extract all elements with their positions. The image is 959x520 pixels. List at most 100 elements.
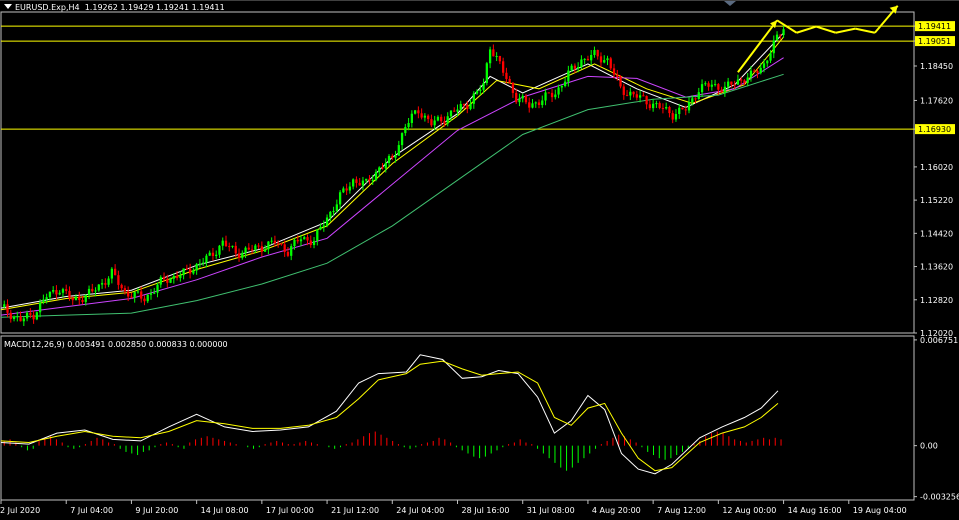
candle-body xyxy=(211,252,215,257)
candle-body xyxy=(29,312,32,315)
candle-body xyxy=(358,182,361,186)
candle-body xyxy=(658,103,661,108)
candle-body xyxy=(241,253,244,258)
candle-body xyxy=(766,60,769,64)
candle-body xyxy=(590,54,593,61)
candle-body xyxy=(247,247,250,250)
candle-body xyxy=(534,102,537,104)
candle-body xyxy=(342,188,345,193)
candle-body xyxy=(671,113,674,120)
candle-body xyxy=(511,82,515,93)
candle-body xyxy=(299,239,303,242)
candle-body xyxy=(55,290,58,295)
candle-body xyxy=(338,192,342,205)
candle-body xyxy=(443,121,446,124)
time-axis-label: 12 Aug 00:00 xyxy=(722,506,776,515)
candle-body xyxy=(277,243,280,245)
candle-body xyxy=(381,167,384,169)
candle-body xyxy=(19,316,22,322)
candle-body xyxy=(710,84,713,87)
candle-body xyxy=(296,239,299,242)
candle-body xyxy=(162,277,166,280)
candle-body xyxy=(332,210,335,212)
candle-body xyxy=(413,110,417,114)
candle-body xyxy=(113,268,117,276)
dropdown-triangle-icon[interactable] xyxy=(4,4,12,9)
candle-body xyxy=(87,288,91,295)
candle-body xyxy=(593,50,596,55)
candle-body xyxy=(234,245,237,254)
candle-body xyxy=(544,92,547,101)
candle-body xyxy=(195,264,198,271)
macd-axis-label: -0.003256 xyxy=(920,493,959,502)
candle-body xyxy=(762,63,766,68)
candle-body xyxy=(427,115,430,120)
candle-body xyxy=(469,103,472,109)
candle-body xyxy=(394,155,397,158)
candle-body xyxy=(488,49,492,64)
candle-body xyxy=(498,56,502,62)
candle-body xyxy=(753,70,756,72)
candle-body xyxy=(228,246,231,248)
candle-body xyxy=(202,262,205,264)
time-axis-label: 31 Jul 08:00 xyxy=(527,506,575,515)
candle-body xyxy=(325,217,329,226)
candle-body xyxy=(303,237,306,240)
candle-body xyxy=(179,275,182,279)
candle-body xyxy=(521,95,524,99)
candle-body xyxy=(638,95,642,98)
candle-body xyxy=(169,278,172,283)
candle-body xyxy=(495,56,498,58)
macd-line xyxy=(0,354,779,475)
candle-body xyxy=(524,95,528,103)
candle-body xyxy=(648,104,652,109)
candle-body xyxy=(397,145,400,156)
candle-body xyxy=(655,103,658,105)
candle-body xyxy=(368,178,371,181)
candle-body xyxy=(352,179,355,187)
candle-body xyxy=(316,229,319,241)
candle-body xyxy=(84,294,87,302)
forecast-arrow-segment xyxy=(835,27,856,34)
candle-body xyxy=(365,178,368,181)
candle-body xyxy=(531,103,534,108)
time-axis-label: 14 Aug 16:00 xyxy=(788,506,842,515)
candle-body xyxy=(149,293,153,295)
candle-body xyxy=(374,172,378,180)
candle-body xyxy=(567,70,570,82)
candle-body xyxy=(642,95,645,97)
candle-body xyxy=(159,277,162,285)
candle-body xyxy=(156,284,159,293)
candle-body xyxy=(515,92,518,103)
candle-body xyxy=(472,93,475,104)
candle-body xyxy=(704,83,707,85)
macd-axis-label: 0.00 xyxy=(920,442,938,451)
candle-body xyxy=(35,312,39,320)
candle-body xyxy=(410,113,413,123)
candle-body xyxy=(453,110,456,112)
candle-body xyxy=(772,40,775,54)
candle-body xyxy=(9,312,12,320)
candle-body xyxy=(619,76,622,87)
candle-body xyxy=(440,116,443,122)
candle-body xyxy=(466,105,469,109)
candle-body xyxy=(482,82,485,90)
candle-body xyxy=(586,58,590,61)
candle-body xyxy=(32,314,35,320)
candle-body xyxy=(120,284,123,289)
candle-body xyxy=(420,113,423,118)
candle-body xyxy=(612,68,616,75)
candle-body xyxy=(12,316,16,320)
candle-body xyxy=(632,91,635,95)
candle-body xyxy=(668,107,671,114)
candle-body xyxy=(286,251,290,256)
candle-body xyxy=(580,59,583,68)
price-axis-label: 1.14420 xyxy=(920,229,953,238)
candle-body xyxy=(91,288,94,292)
candle-body xyxy=(263,249,267,252)
candle-body xyxy=(479,89,482,91)
time-axis-label: 21 Jul 12:00 xyxy=(331,506,379,515)
candle-body xyxy=(319,226,322,230)
candle-body xyxy=(606,58,609,61)
candle-body xyxy=(687,102,691,111)
